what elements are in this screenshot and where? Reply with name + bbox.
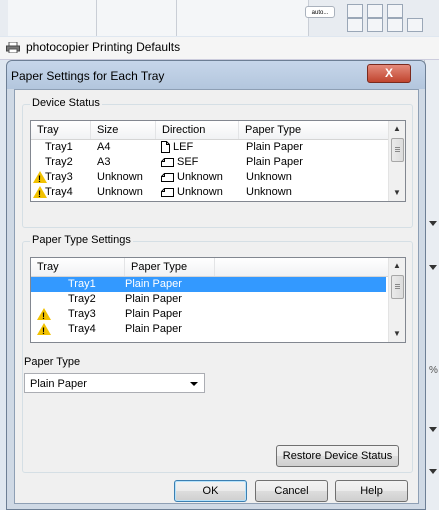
close-button[interactable]: X bbox=[367, 64, 411, 83]
tray-cell: Tray2 bbox=[45, 156, 73, 168]
paper-type-cell: Unknown bbox=[246, 186, 292, 198]
ok-button[interactable]: OK bbox=[174, 480, 247, 502]
table-row[interactable]: Tray4 Plain Paper bbox=[31, 322, 386, 339]
scroll-up-arrow-icon[interactable]: ▲ bbox=[389, 121, 405, 137]
tray-cell: Tray3 bbox=[68, 308, 96, 320]
help-button[interactable]: Help bbox=[335, 480, 408, 502]
device-status-label: Device Status bbox=[30, 97, 102, 109]
device-status-group: Device Status Tray Size Direction Paper … bbox=[22, 97, 413, 228]
paper-type-dropdown-value: Plain Paper bbox=[30, 378, 87, 390]
tray-cell: Tray4 bbox=[68, 323, 96, 335]
printing-defaults-titlebar: photocopier Printing Defaults bbox=[0, 37, 439, 60]
column-header-empty bbox=[215, 258, 389, 276]
tray-cell: Tray3 bbox=[45, 171, 73, 183]
paper-type-list[interactable]: Tray Paper Type Tray1 Plain Paper Tray2 Pla… bbox=[30, 257, 406, 343]
table-row[interactable]: Tray3 Unknown Unknown Unknown bbox=[31, 170, 388, 187]
chevron-down-icon bbox=[190, 382, 198, 386]
background-window-toolbar: auto... bbox=[0, 0, 439, 36]
background-auto-button[interactable]: auto... bbox=[305, 6, 335, 18]
size-cell: A4 bbox=[97, 141, 111, 153]
direction-text: SEF bbox=[177, 156, 199, 168]
direction-cell: Unknown bbox=[161, 170, 223, 185]
paper-type-scrollbar[interactable]: ▲ ▼ bbox=[388, 258, 405, 342]
dialog-titlebar[interactable]: Paper Settings for Each Tray X bbox=[7, 61, 425, 89]
paper-settings-dialog: Paper Settings for Each Tray X Device St… bbox=[6, 60, 426, 510]
landscape-page-icon bbox=[161, 172, 174, 182]
restore-device-status-button[interactable]: Restore Device Status bbox=[276, 445, 399, 467]
direction-cell: LEF bbox=[161, 140, 193, 155]
paper-type-cell: Plain Paper bbox=[246, 156, 303, 168]
background-toolbar-icons bbox=[345, 2, 435, 32]
paper-type-cell: Plain Paper bbox=[125, 278, 182, 290]
column-header-direction[interactable]: Direction bbox=[156, 121, 239, 139]
direction-cell: Unknown bbox=[161, 185, 223, 200]
cancel-button[interactable]: Cancel bbox=[255, 480, 328, 502]
landscape-page-icon bbox=[161, 157, 174, 167]
size-cell: A3 bbox=[97, 156, 111, 168]
warning-icon bbox=[37, 323, 51, 339]
table-row[interactable]: Tray1 A4 LEF Plain Paper bbox=[31, 140, 388, 155]
direction-text: Unknown bbox=[177, 171, 223, 183]
scroll-up-arrow-icon[interactable]: ▲ bbox=[389, 258, 405, 274]
tray-cell: Tray1 bbox=[68, 278, 96, 290]
dialog-client-area: Device Status Tray Size Direction Paper … bbox=[14, 89, 419, 504]
background-right-edge: % bbox=[413, 60, 439, 510]
column-header-size[interactable]: Size bbox=[91, 121, 156, 139]
paper-type-header: Tray Paper Type bbox=[31, 258, 389, 277]
printing-defaults-title: photocopier Printing Defaults bbox=[26, 40, 181, 54]
paper-type-label: Paper Type bbox=[24, 356, 81, 368]
column-header-tray[interactable]: Tray bbox=[31, 121, 91, 139]
column-header-paper-type[interactable]: Paper Type bbox=[239, 121, 389, 139]
device-status-list[interactable]: Tray Size Direction Paper Type Tray1 A4 LE… bbox=[30, 120, 406, 202]
tray-cell: Tray2 bbox=[68, 293, 96, 305]
scroll-down-arrow-icon[interactable]: ▼ bbox=[389, 326, 405, 342]
scroll-thumb[interactable] bbox=[391, 138, 404, 162]
paper-type-cell: Unknown bbox=[246, 171, 292, 183]
scroll-down-arrow-icon[interactable]: ▼ bbox=[389, 185, 405, 201]
paper-type-cell: Plain Paper bbox=[125, 308, 182, 320]
paper-type-settings-group: Paper Type Settings Tray Paper Type Tray… bbox=[22, 234, 413, 473]
printer-icon bbox=[6, 42, 20, 53]
size-cell: Unknown bbox=[97, 171, 143, 183]
paper-type-dropdown[interactable]: Plain Paper bbox=[24, 373, 205, 393]
table-row[interactable]: Tray4 Unknown Unknown Unknown bbox=[31, 185, 388, 201]
direction-cell: SEF bbox=[161, 155, 198, 170]
paper-type-cell: Plain Paper bbox=[125, 293, 182, 305]
device-status-scrollbar[interactable]: ▲ ▼ bbox=[388, 121, 405, 201]
tray-cell: Tray4 bbox=[45, 186, 73, 198]
tray-cell: Tray1 bbox=[45, 141, 73, 153]
background-grid-strip bbox=[8, 0, 309, 36]
paper-type-cell: Plain Paper bbox=[125, 323, 182, 335]
size-cell: Unknown bbox=[97, 186, 143, 198]
paper-type-settings-label: Paper Type Settings bbox=[30, 234, 133, 246]
paper-type-cell: Plain Paper bbox=[246, 141, 303, 153]
warning-icon bbox=[37, 308, 51, 324]
direction-text: Unknown bbox=[177, 186, 223, 198]
landscape-page-icon bbox=[161, 187, 174, 197]
table-row[interactable]: Tray3 Plain Paper bbox=[31, 307, 386, 324]
dialog-title: Paper Settings for Each Tray bbox=[11, 69, 165, 83]
table-row[interactable]: Tray2 A3 SEF Plain Paper bbox=[31, 155, 388, 170]
portrait-page-icon bbox=[161, 141, 170, 154]
direction-text: LEF bbox=[173, 141, 194, 153]
scroll-thumb[interactable] bbox=[391, 275, 404, 299]
table-row[interactable]: Tray1 Plain Paper bbox=[31, 277, 386, 292]
column-header-tray[interactable]: Tray bbox=[31, 258, 125, 276]
table-row[interactable]: Tray2 Plain Paper bbox=[31, 292, 386, 307]
device-status-header: Tray Size Direction Paper Type bbox=[31, 121, 389, 140]
column-header-paper-type[interactable]: Paper Type bbox=[125, 258, 215, 276]
